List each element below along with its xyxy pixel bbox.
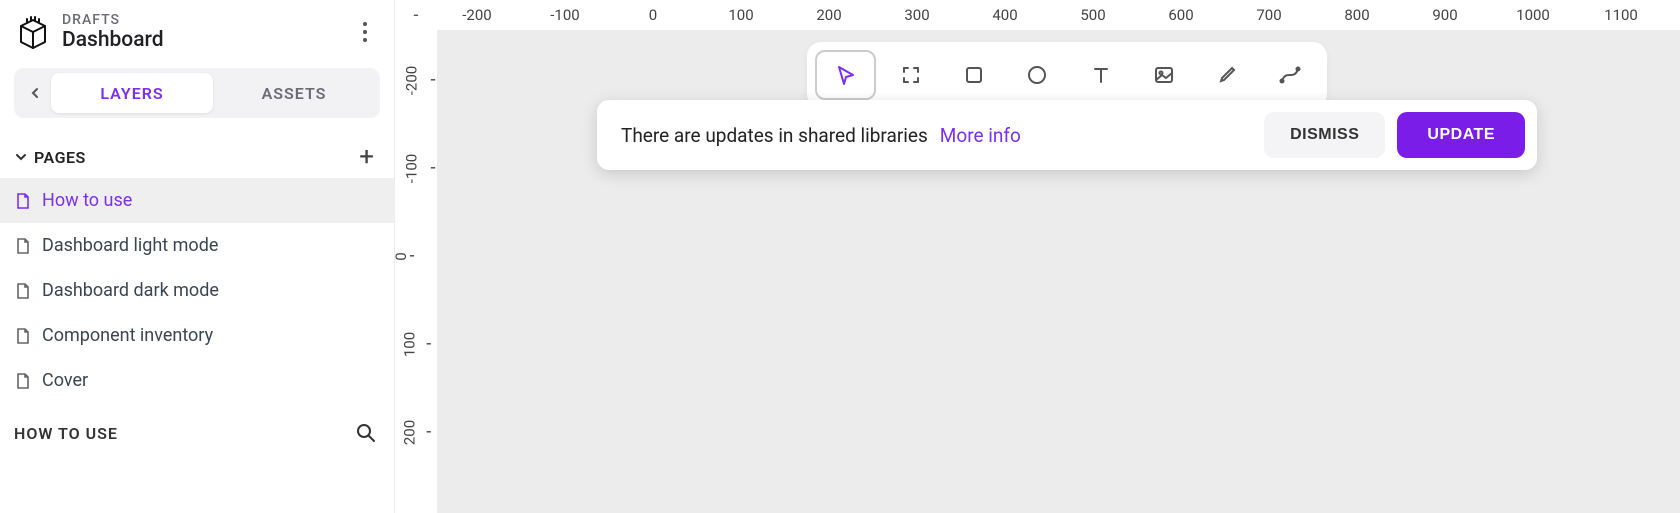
page-icon <box>14 327 32 345</box>
more-info-link[interactable]: More info <box>940 124 1021 147</box>
page-item[interactable]: Dashboard dark mode <box>0 268 394 313</box>
page-icon <box>14 372 32 390</box>
pencil-tool-icon[interactable] <box>1199 50 1256 100</box>
text-tool-icon[interactable] <box>1072 50 1129 100</box>
page-item-label: Cover <box>42 370 88 391</box>
tool-toolbar <box>807 42 1327 108</box>
notification-message: There are updates in shared libraries <box>621 124 928 147</box>
search-layers-button[interactable] <box>352 419 380 447</box>
canvas-area: - -200 -100 0 100 200 300 400 500 600 700 800 900 10… <box>395 0 1680 513</box>
ruler-tick: 500 <box>1080 6 1105 24</box>
ruler-tick: 200 <box>397 422 431 443</box>
ruler-tick: -200 <box>462 6 491 24</box>
ruler-tick: -100 <box>550 6 579 24</box>
ruler-tick: 400 <box>992 6 1017 24</box>
ruler-tick: 200 <box>816 6 841 24</box>
sidebar-tab-switch: LAYERS ASSETS <box>14 68 380 118</box>
pages-section-header: PAGES + <box>0 126 394 178</box>
ruler-tick: -100 <box>397 158 435 179</box>
back-button[interactable] <box>23 81 47 105</box>
ruler-tick: 300 <box>904 6 929 24</box>
tab-pills: LAYERS ASSETS <box>51 73 375 113</box>
tab-assets[interactable]: ASSETS <box>213 73 375 113</box>
pages-section-title: PAGES <box>34 148 353 167</box>
page-item-label: How to use <box>42 190 132 211</box>
drafts-label[interactable]: DRAFTS <box>62 12 350 28</box>
page-icon <box>14 282 32 300</box>
page-item-label: Dashboard dark mode <box>42 280 219 301</box>
page-icon <box>14 237 32 255</box>
app-logo-icon[interactable] <box>14 13 52 51</box>
ruler-tick: 800 <box>1344 6 1369 24</box>
ruler-tick: 900 <box>1432 6 1457 24</box>
ruler-corner-icon: - <box>395 0 437 30</box>
page-item-label: Dashboard light mode <box>42 235 218 256</box>
canvas-viewport[interactable]: There are updates in shared libraries Mo… <box>437 30 1680 513</box>
page-item[interactable]: Component inventory <box>0 313 394 358</box>
page-icon <box>14 192 32 210</box>
tab-layers[interactable]: LAYERS <box>51 73 213 113</box>
sidebar-header: DRAFTS Dashboard <box>0 0 394 60</box>
ruler-tick: 600 <box>1168 6 1193 24</box>
ruler-tick: 100 <box>728 6 753 24</box>
page-item[interactable]: Cover <box>0 358 394 403</box>
ruler-tick: -200 <box>397 70 435 91</box>
page-list: How to use Dashboard light mode Dashboar… <box>0 178 394 403</box>
frame-tool-icon[interactable] <box>882 50 939 100</box>
page-item[interactable]: How to use <box>0 178 394 223</box>
ruler-tick: 0 <box>397 246 414 267</box>
ruler-horizontal[interactable]: -200 -100 0 100 200 300 400 500 600 700 800 900 1000… <box>437 0 1680 30</box>
page-title[interactable]: Dashboard <box>62 28 350 52</box>
header-titles: DRAFTS Dashboard <box>62 12 350 52</box>
page-item[interactable]: Dashboard light mode <box>0 223 394 268</box>
layers-section-header: HOW TO USE <box>0 403 394 463</box>
pages-collapse-toggle[interactable] <box>14 150 28 164</box>
page-item-label: Component inventory <box>42 325 213 346</box>
add-page-button[interactable]: + <box>353 144 380 170</box>
ruler-tick: 1100 <box>1604 6 1638 24</box>
ruler-tick: 100 <box>397 334 431 355</box>
dismiss-button[interactable]: DISMISS <box>1264 112 1385 158</box>
pointer-tool-icon[interactable] <box>815 50 876 100</box>
update-button[interactable]: UPDATE <box>1397 112 1525 158</box>
ruler-tick: 700 <box>1256 6 1281 24</box>
curve-tool-icon[interactable] <box>1262 50 1319 100</box>
more-menu-button[interactable] <box>350 17 380 47</box>
ruler-tick: 1000 <box>1516 6 1550 24</box>
rectangle-tool-icon[interactable] <box>946 50 1003 100</box>
ruler-tick: 0 <box>649 6 657 24</box>
image-tool-icon[interactable] <box>1135 50 1192 100</box>
sidebar: DRAFTS Dashboard LAYERS ASSETS PAGES + H… <box>0 0 395 513</box>
layers-section-title: HOW TO USE <box>14 424 352 443</box>
ellipse-tool-icon[interactable] <box>1009 50 1066 100</box>
library-update-notification: There are updates in shared libraries Mo… <box>597 100 1537 170</box>
